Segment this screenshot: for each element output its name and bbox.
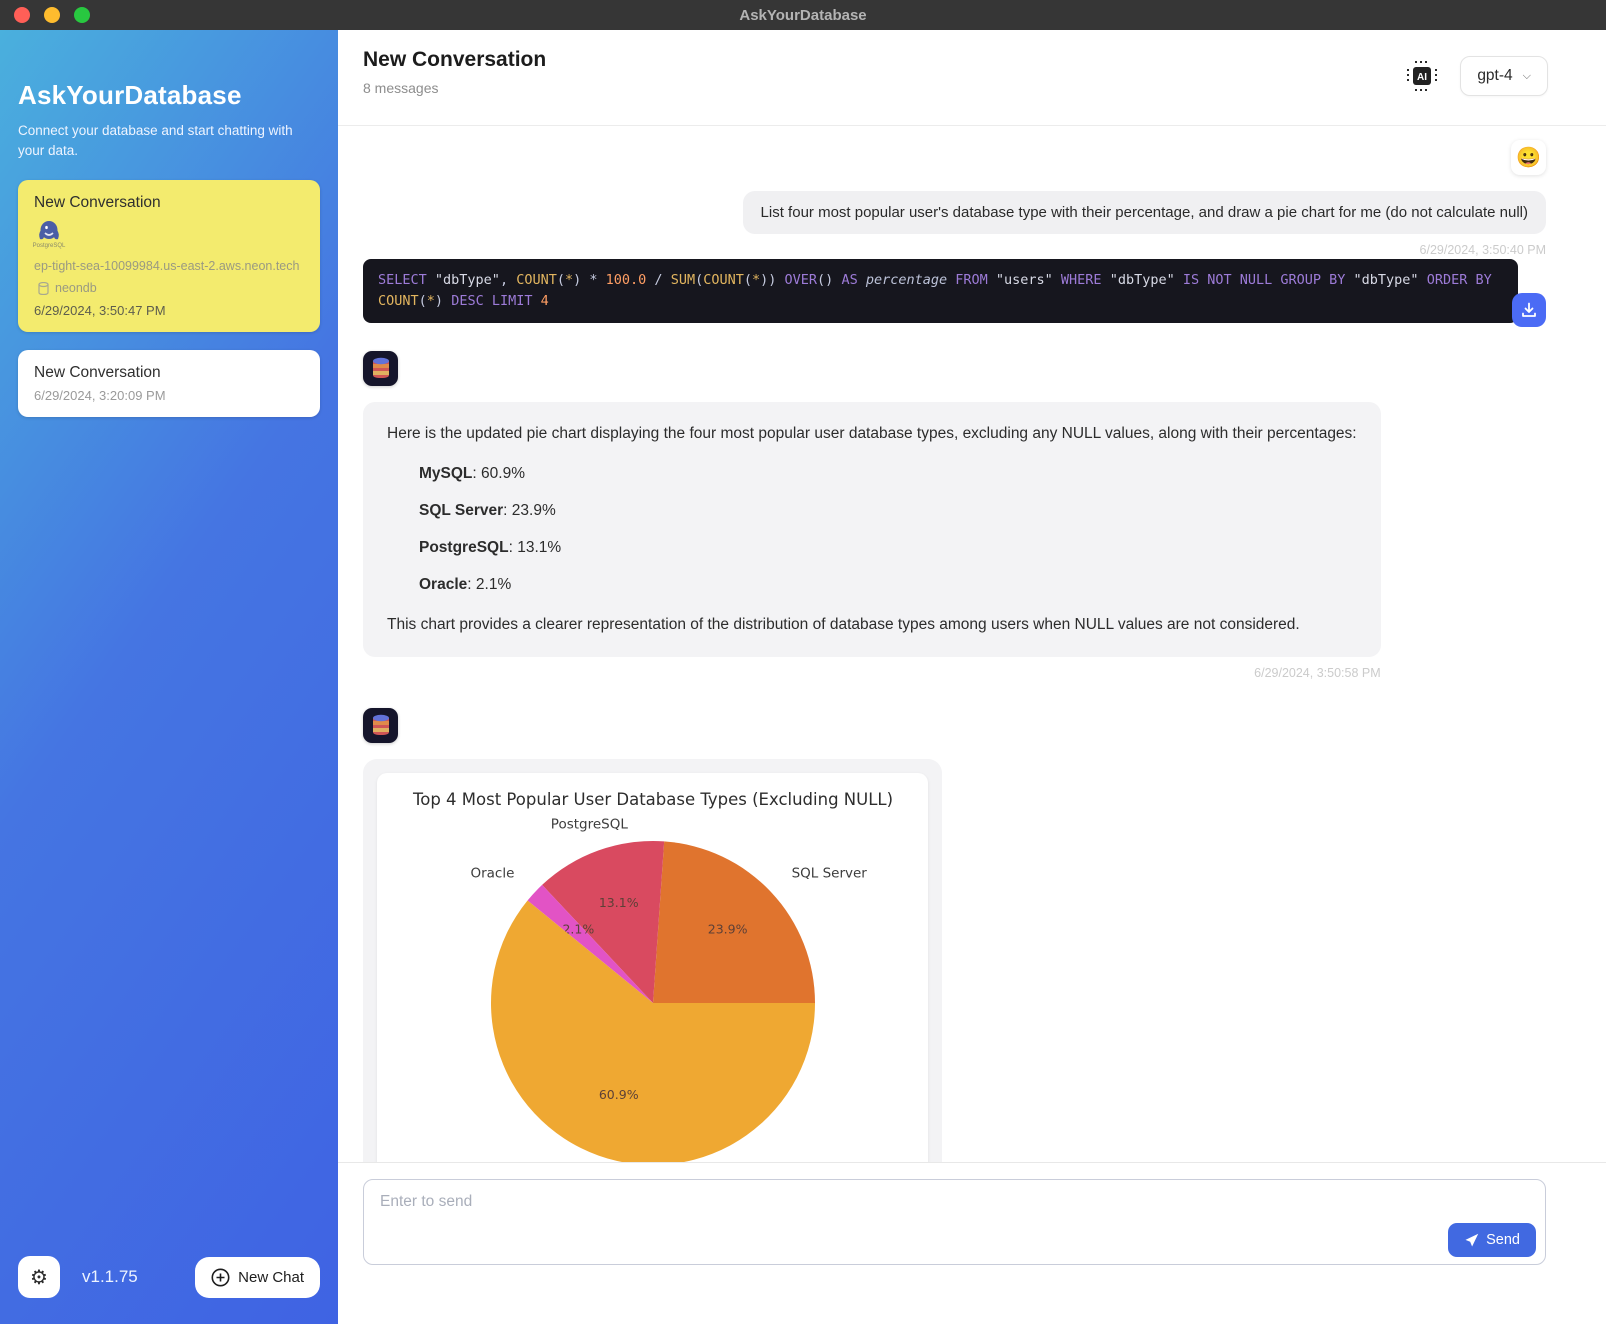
chat-scroll-area[interactable]: 😀 List four most popular user's database…	[338, 126, 1606, 1162]
svg-text:Oracle: Oracle	[470, 866, 514, 882]
postgresql-icon: PostgreSQL	[34, 220, 64, 249]
database-stack-icon	[370, 713, 392, 737]
list-item: MySQL: 60.9%	[419, 462, 1357, 486]
conversation-title: New Conversation	[34, 364, 304, 382]
sql-message-row: SELECT "dbType", COUNT(*) * 100.0 / SUM(…	[363, 259, 1546, 323]
app-name: AskYourDatabase	[18, 80, 320, 111]
conversation-header: New Conversation 8 messages AI	[338, 30, 1606, 126]
pie-chart-bubble: Top 4 Most Popular User Database Types (…	[363, 759, 942, 1162]
list-item: SQL Server: 23.9%	[419, 499, 1357, 523]
model-select[interactable]: gpt-4 ⌵	[1460, 56, 1548, 96]
chevron-down-icon: ⌵	[1523, 70, 1531, 83]
postgresql-icon-caption: PostgreSQL	[33, 243, 66, 249]
plus-circle-icon	[211, 1268, 230, 1287]
user-message-bubble: List four most popular user's database t…	[743, 191, 1546, 234]
assistant-message-bubble: Here is the updated pie chart displaying…	[363, 402, 1381, 657]
user-message-row: 😀 List four most popular user's database…	[363, 140, 1546, 257]
message-count: 8 messages	[363, 80, 546, 96]
conversation-timestamp: 6/29/2024, 3:20:09 PM	[34, 388, 304, 403]
gear-icon: ⚙	[30, 1265, 48, 1290]
assistant-message-row: Here is the updated pie chart displaying…	[363, 351, 1546, 680]
window-controls	[14, 7, 90, 23]
assistant-message-timestamp: 6/29/2024, 3:50:58 PM	[1254, 666, 1380, 680]
paper-plane-icon	[1464, 1233, 1479, 1248]
list-item: PostgreSQL: 13.1%	[419, 536, 1357, 560]
app-tagline: Connect your database and start chatting…	[18, 121, 298, 162]
ai-chip-icon: AI	[1404, 58, 1440, 94]
user-avatar-emoji: 😀	[1516, 145, 1541, 170]
sql-code-block: SELECT "dbType", COUNT(*) * 100.0 / SUM(…	[363, 259, 1518, 323]
conversation-host: ep-tight-sea-10099984.us-east-2.aws.neon…	[34, 257, 304, 276]
conversation-header-title: New Conversation	[363, 48, 546, 72]
composer: Send	[338, 1162, 1606, 1324]
svg-text:13.1%: 13.1%	[599, 895, 639, 910]
svg-text:AI: AI	[1417, 72, 1427, 83]
svg-text:Top 4 Most Popular User Databa: Top 4 Most Popular User Database Types (…	[412, 790, 893, 809]
svg-text:60.9%: 60.9%	[599, 1087, 639, 1102]
svg-text:PostgreSQL: PostgreSQL	[551, 816, 629, 832]
conversation-title: New Conversation	[34, 194, 304, 212]
model-select-value: gpt-4	[1477, 67, 1512, 85]
conversation-card[interactable]: New Conversation 6/29/2024, 3:20:09 PM	[18, 350, 320, 417]
list-item: Oracle: 2.1%	[419, 573, 1357, 597]
download-icon	[1520, 301, 1538, 319]
send-label: Send	[1486, 1232, 1520, 1248]
user-message-timestamp: 6/29/2024, 3:50:40 PM	[1420, 243, 1546, 257]
conversation-database-name: neondb	[55, 281, 97, 295]
pie-chart-card: Top 4 Most Popular User Database Types (…	[377, 773, 928, 1162]
message-input[interactable]	[363, 1179, 1546, 1265]
assistant-avatar	[363, 351, 398, 386]
database-icon	[38, 282, 49, 295]
assistant-outro: This chart provides a clearer representa…	[387, 613, 1357, 637]
settings-button[interactable]: ⚙	[18, 1256, 60, 1298]
user-avatar: 😀	[1511, 140, 1546, 175]
pie-chart: Top 4 Most Popular User Database Types (…	[385, 781, 920, 1162]
sidebar-footer: ⚙ v1.1.75 New Chat	[18, 1256, 320, 1298]
app-window: AskYourDatabase AskYourDatabase Connect …	[0, 0, 1606, 1324]
db-type-list: MySQL: 60.9% SQL Server: 23.9% PostgreSQ…	[419, 462, 1357, 597]
conversation-timestamp: 6/29/2024, 3:50:47 PM	[34, 303, 304, 318]
minimize-window-button[interactable]	[44, 7, 60, 23]
main-panel: New Conversation 8 messages AI	[338, 30, 1606, 1324]
conversation-card-active[interactable]: New Conversation PostgreSQL ep-tight-sea…	[18, 180, 320, 333]
svg-text:SQL Server: SQL Server	[792, 866, 868, 882]
titlebar: AskYourDatabase	[0, 0, 1606, 30]
maximize-window-button[interactable]	[74, 7, 90, 23]
assistant-avatar	[363, 708, 398, 743]
new-chat-button[interactable]: New Chat	[195, 1257, 320, 1298]
new-chat-label: New Chat	[238, 1269, 304, 1286]
sidebar: AskYourDatabase Connect your database an…	[0, 30, 338, 1324]
close-window-button[interactable]	[14, 7, 30, 23]
send-button[interactable]: Send	[1448, 1223, 1536, 1257]
conversation-database: neondb	[34, 281, 304, 295]
svg-text:23.9%: 23.9%	[708, 921, 748, 936]
database-stack-icon	[370, 356, 392, 380]
assistant-intro: Here is the updated pie chart displaying…	[387, 422, 1357, 446]
download-sql-button[interactable]	[1512, 293, 1546, 327]
ai-chip-button[interactable]: AI	[1400, 54, 1444, 98]
app-version: v1.1.75	[82, 1267, 138, 1287]
window-title: AskYourDatabase	[739, 7, 866, 24]
assistant-chart-row: Top 4 Most Popular User Database Types (…	[363, 708, 1546, 1162]
